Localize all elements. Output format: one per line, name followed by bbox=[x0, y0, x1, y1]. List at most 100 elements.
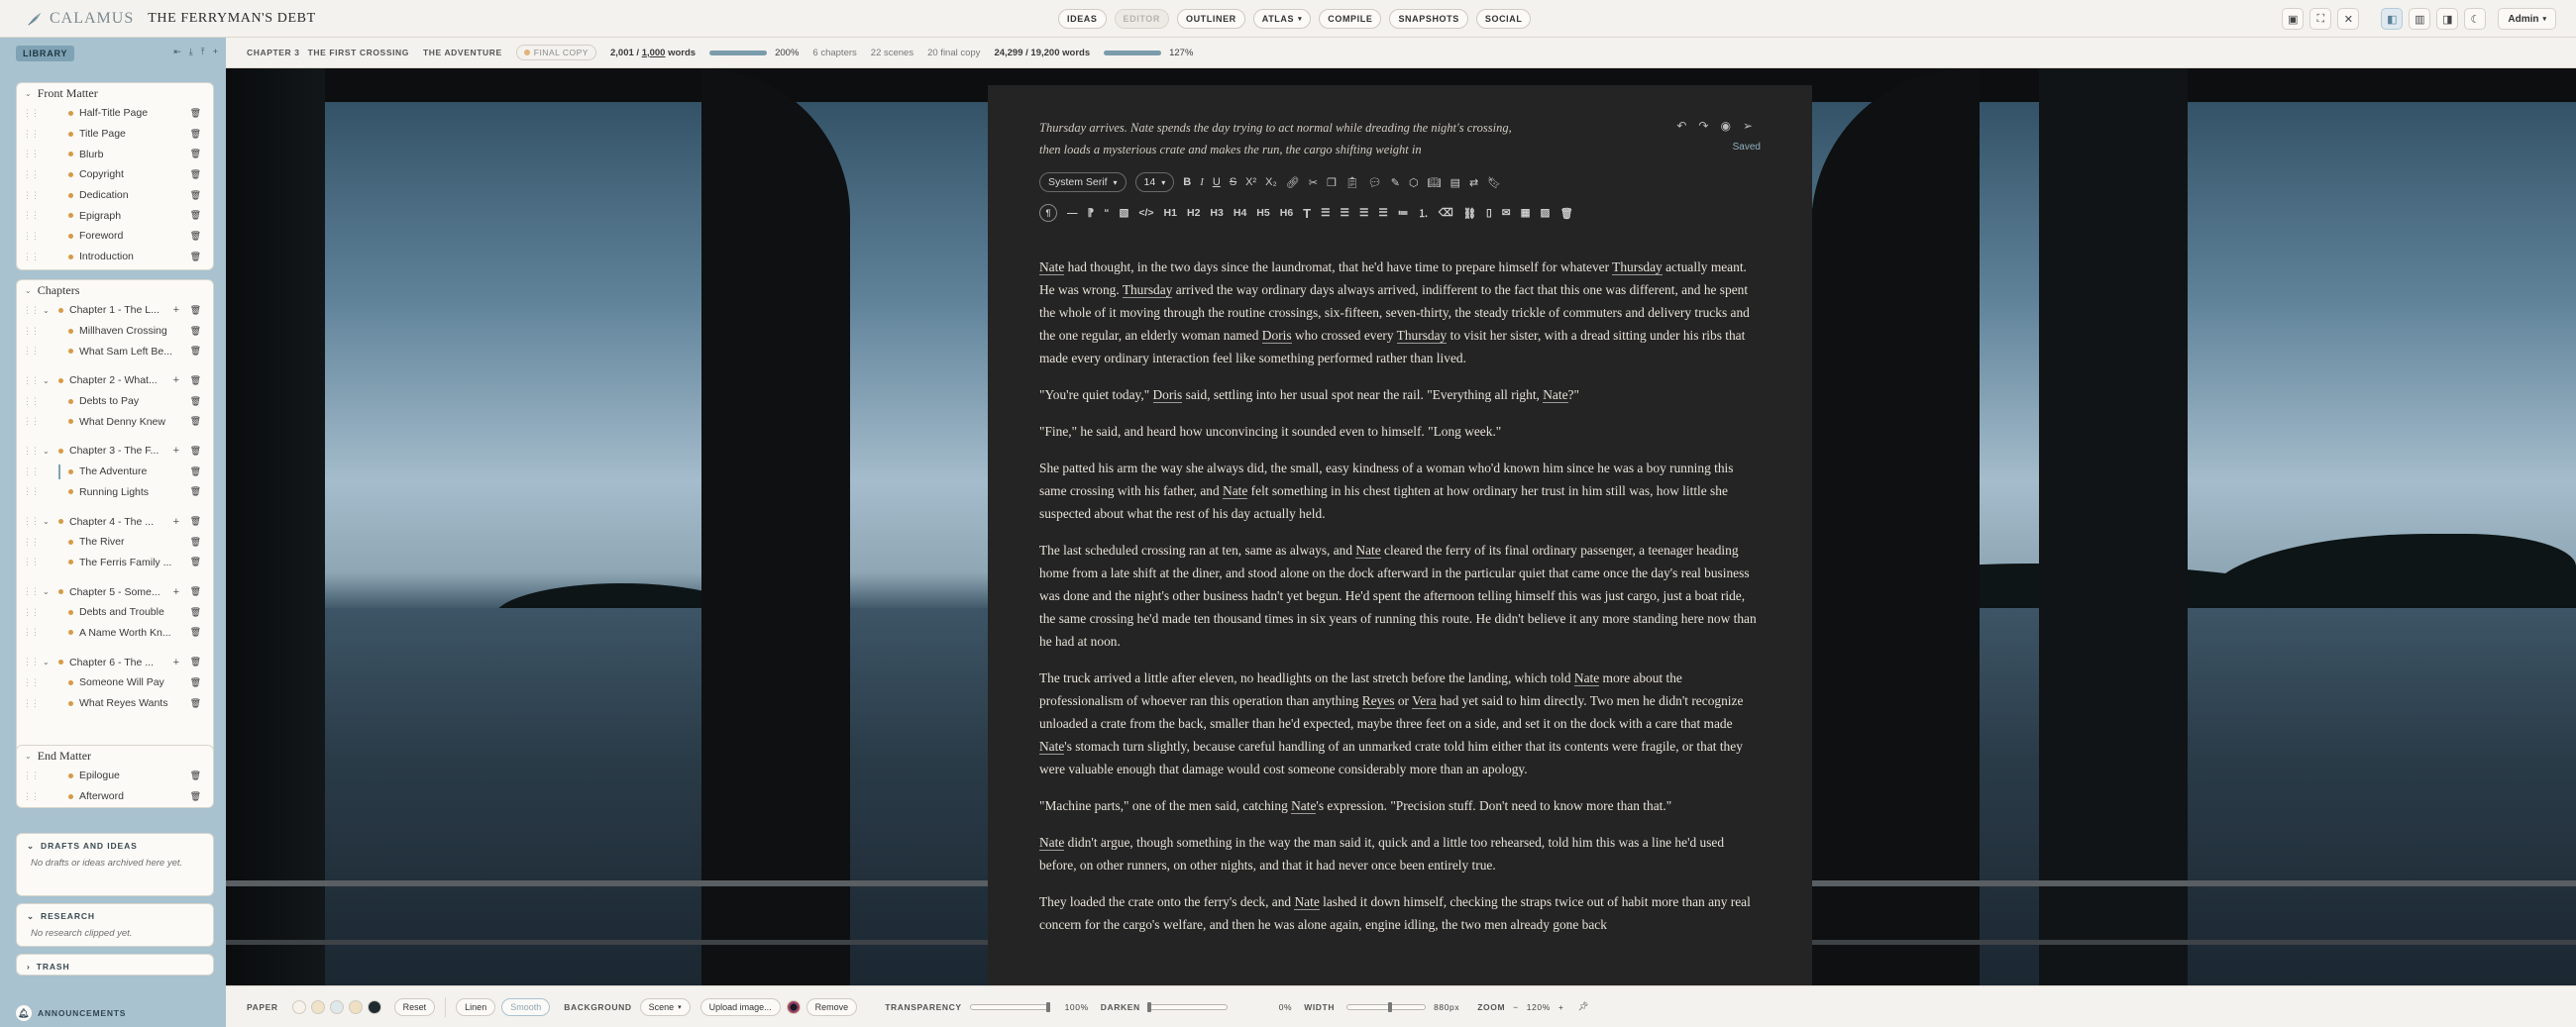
trash-icon[interactable]: 🗑︎ bbox=[190, 326, 201, 337]
drag-handle-icon[interactable]: ⋮⋮ bbox=[23, 346, 40, 357]
numbered-list-icon[interactable]: ⒈ bbox=[1418, 206, 1429, 221]
drag-handle-icon[interactable]: ⋮⋮ bbox=[23, 305, 40, 316]
add-scene-icon[interactable]: + bbox=[173, 516, 179, 528]
drag-handle-icon[interactable]: ⋮⋮ bbox=[23, 627, 40, 638]
trash-icon[interactable]: 🗑︎ bbox=[190, 791, 201, 802]
app-logo[interactable]: CALAMUS bbox=[26, 10, 134, 28]
front-matter-header[interactable]: ⌄ Front Matter bbox=[17, 83, 213, 103]
manuscript-text[interactable]: Nate had thought, in the two days since … bbox=[1039, 256, 1761, 950]
scene-item[interactable]: ⋮⋮ The River 🗑︎ bbox=[17, 532, 213, 553]
status-badge[interactable]: FINAL COPY bbox=[515, 45, 596, 60]
caret-down-icon[interactable]: ⌄ bbox=[43, 587, 50, 596]
scene-summary[interactable]: Thursday arrives. Nate spends the day tr… bbox=[1039, 117, 1525, 160]
breadcrumb-chapter[interactable]: CHAPTER 3 bbox=[247, 48, 300, 57]
trash-icon[interactable]: 🗑︎ bbox=[190, 446, 201, 457]
trash-icon[interactable]: 🗑︎ bbox=[190, 770, 201, 781]
manuscript-paragraph[interactable]: "Machine parts," one of the men said, ca… bbox=[1039, 794, 1761, 817]
drag-handle-icon[interactable]: ⋮⋮ bbox=[23, 129, 40, 140]
manuscript-paragraph[interactable]: The last scheduled crossing ran at ten, … bbox=[1039, 539, 1761, 653]
import-icon[interactable]: ⤓ bbox=[189, 47, 193, 57]
transparency-slider[interactable] bbox=[969, 1001, 1050, 1012]
heading-6-icon[interactable]: H6 bbox=[1280, 207, 1293, 219]
clear-format-icon[interactable]: ⌫ bbox=[1439, 207, 1453, 219]
collapse-icon[interactable]: ⇤ bbox=[173, 47, 181, 57]
trash-icon[interactable]: 🗑︎ bbox=[190, 129, 201, 140]
trash-icon[interactable]: 🗑︎ bbox=[190, 149, 201, 159]
trash-icon[interactable]: 🗑︎ bbox=[190, 252, 201, 262]
trash-icon[interactable]: 🗑︎ bbox=[190, 677, 201, 688]
paste-icon[interactable]: 📋︎ bbox=[1345, 176, 1359, 189]
layout-right-panel-icon[interactable]: ◨ bbox=[2436, 8, 2459, 30]
upload-image-button[interactable]: Upload image... bbox=[699, 997, 781, 1016]
manuscript-paragraph[interactable]: "You're quiet today," Doris said, settli… bbox=[1039, 383, 1761, 406]
drag-handle-icon[interactable]: ⋮⋮ bbox=[23, 791, 40, 802]
front-matter-item[interactable]: ⋮⋮ Dedication 🗑︎ bbox=[17, 185, 213, 206]
end-matter-item[interactable]: ⋮⋮ Epilogue 🗑︎ bbox=[17, 766, 213, 786]
caret-down-icon[interactable]: ⌄ bbox=[43, 447, 50, 456]
copy-icon[interactable]: ❐ bbox=[1327, 176, 1337, 189]
add-scene-icon[interactable]: + bbox=[173, 374, 179, 386]
tab-snapshots[interactable]: SNAPSHOTS bbox=[1389, 9, 1468, 29]
code-icon[interactable]: </> bbox=[1138, 207, 1153, 219]
trash-icon[interactable]: 🗑︎ bbox=[190, 537, 201, 548]
chapter-item[interactable]: ⋮⋮ ⌄ Chapter 2 - What... + 🗑︎ bbox=[17, 370, 213, 391]
scene-item[interactable]: ⋮⋮ What Sam Left Be... 🗑︎ bbox=[17, 341, 213, 361]
scene-item[interactable]: ⋮⋮ The Ferris Family ... 🗑︎ bbox=[17, 553, 213, 573]
scene-item[interactable]: ⋮⋮ What Denny Knew 🗑︎ bbox=[17, 411, 213, 432]
front-matter-item[interactable]: ⋮⋮ Introduction 🗑︎ bbox=[17, 247, 213, 267]
export-icon[interactable]: ⤒ bbox=[201, 47, 205, 57]
trash-icon[interactable]: 🗑︎ bbox=[190, 346, 201, 357]
undo-icon[interactable]: ↶ bbox=[1676, 119, 1686, 133]
scene-item[interactable]: ⋮⋮ The Adventure 🗑︎ bbox=[17, 462, 213, 482]
trash-icon[interactable]: 🗑︎ bbox=[190, 305, 201, 316]
width-slider[interactable] bbox=[1346, 1001, 1427, 1012]
pin-icon[interactable]: 📌︎ bbox=[1577, 1001, 1588, 1012]
add-scene-icon[interactable]: + bbox=[173, 657, 179, 668]
page-break-icon[interactable]: ⁋ bbox=[1088, 207, 1095, 219]
heading-3-icon[interactable]: H3 bbox=[1210, 207, 1223, 219]
trash-icon[interactable]: 🗑︎ bbox=[190, 657, 201, 668]
drag-handle-icon[interactable]: ⋮⋮ bbox=[23, 557, 40, 567]
comment-icon[interactable]: 💬︎ bbox=[1368, 176, 1382, 189]
manuscript-paragraph[interactable]: They loaded the crate onto the ferry's d… bbox=[1039, 890, 1761, 936]
cut-icon[interactable]: ✂ bbox=[1309, 176, 1318, 189]
heading-1-icon[interactable]: H1 bbox=[1164, 207, 1177, 219]
caret-down-icon[interactable]: ⌄ bbox=[43, 376, 50, 385]
redo-icon[interactable]: ↷ bbox=[1698, 119, 1708, 133]
scene-item[interactable]: ⋮⋮ Debts to Pay 🗑︎ bbox=[17, 391, 213, 412]
align-center-icon[interactable]: ☰ bbox=[1341, 207, 1349, 219]
trash-icon[interactable]: 🗑︎ bbox=[190, 190, 201, 201]
drafts-header[interactable]: ⌄ DRAFTS AND IDEAS bbox=[17, 834, 213, 852]
chapter-item[interactable]: ⋮⋮ ⌄ Chapter 1 - The L... + 🗑︎ bbox=[17, 300, 213, 321]
mail-icon[interactable]: ✉ bbox=[1502, 207, 1511, 219]
trash-icon[interactable]: 🗑︎ bbox=[190, 627, 201, 638]
announcements-button[interactable]: 🔔︎ ANNOUNCEMENTS bbox=[16, 1005, 126, 1021]
heading-2-icon[interactable]: H2 bbox=[1187, 207, 1200, 219]
heading-4-icon[interactable]: H4 bbox=[1234, 207, 1246, 219]
paragraph-icon[interactable]: ¶ bbox=[1039, 204, 1057, 222]
drag-handle-icon[interactable]: ⋮⋮ bbox=[23, 326, 40, 337]
trash-icon[interactable]: 🗑︎ bbox=[190, 466, 201, 477]
link-chain-icon[interactable]: ⛓ bbox=[1463, 207, 1476, 220]
align-right-icon[interactable]: ☰ bbox=[1359, 207, 1368, 219]
front-matter-item[interactable]: ⋮⋮ Copyright 🗑︎ bbox=[17, 164, 213, 185]
align-left-icon[interactable]: ☰ bbox=[1321, 207, 1330, 219]
calendar-icon[interactable]: ▦ bbox=[1521, 207, 1531, 219]
close-icon[interactable]: ✕ bbox=[2337, 8, 2360, 30]
drag-handle-icon[interactable]: ⋮⋮ bbox=[23, 169, 40, 180]
project-title[interactable]: THE FERRYMAN'S DEBT bbox=[148, 11, 316, 27]
book-icon[interactable]: 📖︎ bbox=[1428, 176, 1442, 189]
drag-handle-icon[interactable]: ⋮⋮ bbox=[23, 416, 40, 427]
darken-slider[interactable] bbox=[1146, 1001, 1228, 1012]
picture-icon[interactable]: ▨ bbox=[1541, 207, 1551, 219]
linen-button[interactable]: Linen bbox=[456, 997, 496, 1016]
drag-handle-icon[interactable]: ⋮⋮ bbox=[23, 375, 40, 386]
italic-icon[interactable]: I bbox=[1200, 176, 1204, 188]
caret-down-icon[interactable]: ⌄ bbox=[43, 306, 50, 315]
layout-left-panel-icon[interactable]: ◧ bbox=[2381, 8, 2404, 30]
tab-outliner[interactable]: OUTLINER bbox=[1176, 9, 1245, 29]
trash-icon[interactable]: 🗑︎ bbox=[190, 557, 201, 567]
scene-item[interactable]: ⋮⋮ What Reyes Wants 🗑︎ bbox=[17, 693, 213, 714]
superscript-icon[interactable]: X² bbox=[1245, 176, 1256, 188]
align-justify-icon[interactable]: ☰ bbox=[1378, 207, 1387, 219]
